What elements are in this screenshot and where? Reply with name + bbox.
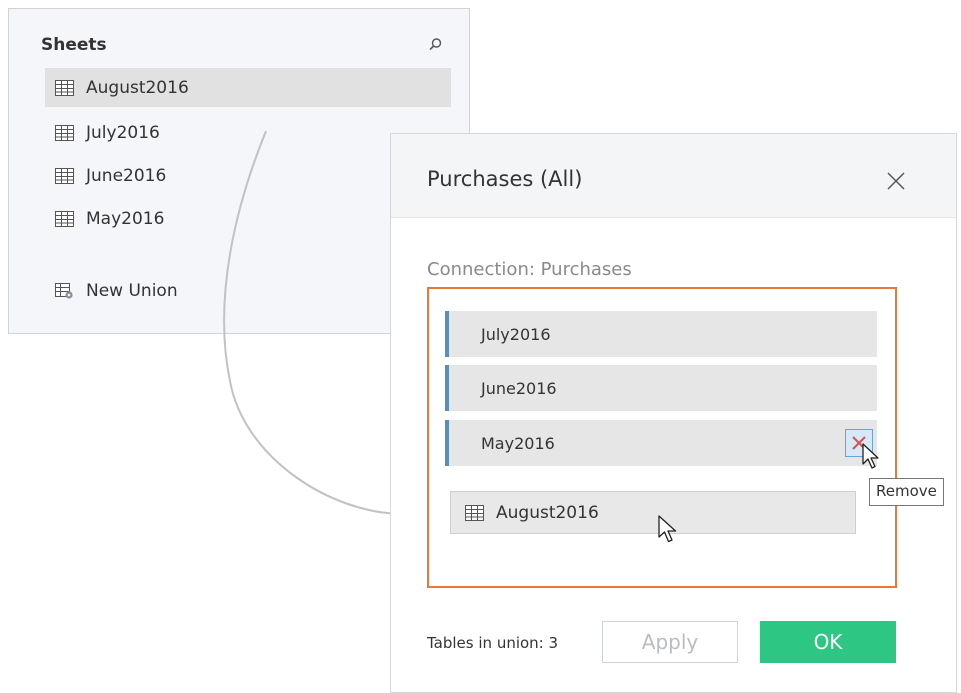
edit-union-dialog: Purchases (All) Connection: Purchases Ju…: [390, 133, 957, 693]
table-icon: [55, 124, 74, 141]
connection-label: Connection: Purchases: [427, 259, 632, 280]
sheet-item-label: June2016: [86, 165, 167, 186]
union-table-june2016[interactable]: June2016: [445, 365, 877, 411]
new-union-label: New Union: [86, 280, 178, 301]
table-icon: [55, 79, 74, 96]
remove-x-icon: [852, 436, 866, 450]
table-icon: [55, 210, 74, 227]
close-icon[interactable]: [887, 172, 905, 190]
sheet-item-label: May2016: [86, 208, 165, 229]
dialog-title: Purchases (All): [427, 167, 583, 191]
dragged-table-label: August2016: [496, 502, 599, 523]
table-icon: [55, 167, 74, 184]
sheet-item-label: August2016: [86, 77, 189, 98]
new-union-icon: [55, 282, 74, 299]
sheet-item-label: July2016: [86, 122, 160, 143]
apply-button[interactable]: Apply: [602, 621, 738, 663]
dragged-table-august2016[interactable]: August2016: [450, 491, 856, 534]
remove-button[interactable]: [845, 429, 873, 457]
sheets-title: Sheets: [41, 35, 107, 55]
union-table-july2016[interactable]: July2016: [445, 311, 877, 357]
tables-in-union-count: Tables in union: 3: [427, 634, 559, 652]
table-icon: [465, 504, 484, 521]
remove-tooltip: Remove: [869, 478, 944, 506]
union-table-label: July2016: [481, 324, 551, 344]
sheet-item-august2016[interactable]: August2016: [45, 68, 451, 107]
dialog-header: Purchases (All): [391, 134, 956, 218]
ok-button[interactable]: OK: [760, 621, 896, 663]
search-icon[interactable]: [427, 37, 443, 53]
union-table-label: June2016: [481, 378, 557, 398]
union-table-label: May2016: [481, 433, 555, 453]
union-table-may2016[interactable]: May2016: [445, 420, 877, 466]
